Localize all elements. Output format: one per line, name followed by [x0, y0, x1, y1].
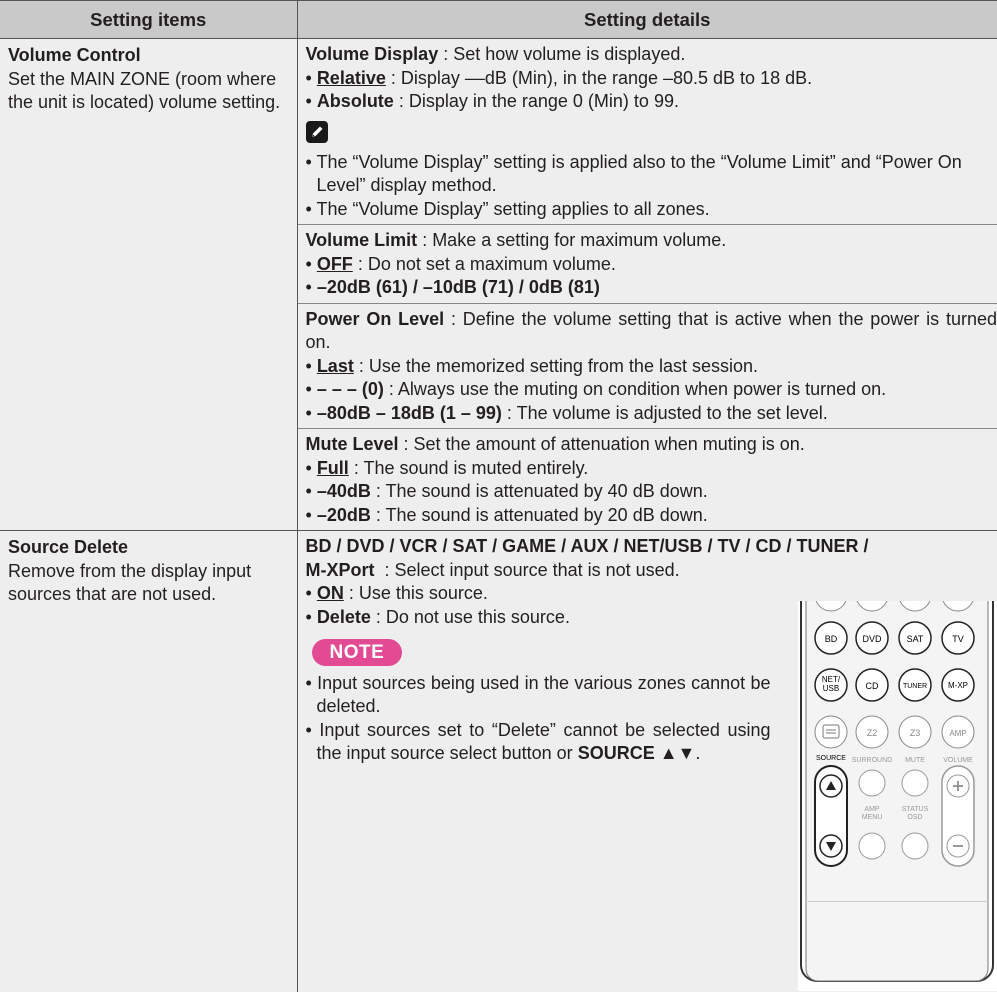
mute-level-cell: Mute Level : Set the amount of attenuati… [297, 429, 997, 531]
power-on-level-cell: Power On Level : Define the volume setti… [297, 303, 997, 429]
mute-level-text: : Set the amount of attenuation when mut… [399, 434, 805, 454]
amp-label: AMP [864, 806, 880, 813]
power-on-level-label: Power On Level [306, 309, 445, 329]
off-text: : Do not set a maximum volume. [353, 254, 616, 274]
off-label: OFF [317, 254, 353, 274]
zone-icon-button [815, 716, 847, 748]
svg-text:Z2: Z2 [866, 728, 877, 738]
svg-text:DVD: DVD [862, 634, 882, 644]
z2-button: Z2 [856, 716, 888, 748]
svg-text:SAT: SAT [906, 634, 923, 644]
relative-text: : Display ––dB (Min), in the range –80.5… [386, 68, 812, 88]
source-list-line1: BD / DVD / VCR / SAT / GAME / AUX / NET/… [306, 535, 997, 559]
full-text: : The sound is muted entirely. [349, 458, 588, 478]
svg-text:USB: USB [822, 684, 838, 693]
table-header-row: Setting items Setting details [0, 1, 997, 39]
delete-text: : Do not use this source. [371, 607, 570, 627]
range-label: –80dB – 18dB (1 – 99) [317, 403, 502, 423]
source-down-button [820, 835, 842, 857]
dvd-button: DVD [856, 622, 888, 654]
range-text: : The volume is adjusted to the set leve… [502, 403, 828, 423]
volume-limit-text: : Make a setting for maximum volume. [417, 230, 726, 250]
source-note-1: Input sources being used in the various … [317, 673, 771, 717]
tv-button: TV [942, 622, 974, 654]
mute-label: MUTE [905, 757, 925, 764]
volume-control-description: Set the MAIN ZONE (room where the unit i… [8, 68, 291, 115]
svg-text:Z3: Z3 [909, 728, 920, 738]
source-delete-description: Remove from the display input sources th… [8, 560, 291, 607]
amp-button: AMP [942, 716, 974, 748]
table-row: Volume Control Set the MAIN ZONE (room w… [0, 39, 997, 225]
osd-label: OSD [907, 814, 922, 821]
sat-button: SAT [899, 622, 931, 654]
minus40-label: –40dB [317, 481, 371, 501]
source-list-line2: M-XPort [306, 560, 375, 580]
remote-control-image: BD DVD SAT TV NET/USB CD TUNER M-XP Z2 Z… [798, 601, 997, 991]
z3-button: Z3 [899, 716, 931, 748]
full-label: Full [317, 458, 349, 478]
note-list: • Input sources being used in the variou… [306, 672, 771, 766]
volume-control-title: Volume Control [8, 44, 291, 68]
volume-label: VOLUME [943, 757, 973, 764]
bd-button: BD [815, 622, 847, 654]
svg-text:AMP: AMP [949, 729, 966, 738]
volume-up-icon [947, 775, 969, 797]
source-up-button [820, 775, 842, 797]
source-key: SOURCE ▲▼ [578, 743, 696, 763]
minus20-text: : The sound is attenuated by 20 dB down. [371, 505, 708, 525]
absolute-label: Absolute [317, 91, 394, 111]
mute-zero-label: – – – (0) [317, 379, 384, 399]
svg-text:BD: BD [824, 634, 837, 644]
volume-control-cell: Volume Control Set the MAIN ZONE (room w… [0, 39, 297, 531]
volume-display-note-2: The “Volume Display” setting applies to … [316, 199, 709, 219]
volume-display-note-1: The “Volume Display” setting is applied … [316, 152, 961, 196]
source-label: SOURCE [816, 755, 846, 762]
table-row: Source Delete Remove from the display in… [0, 531, 997, 992]
relative-label: Relative [317, 68, 386, 88]
note-area: NOTE • Input sources being used in the v… [306, 629, 997, 989]
source-note-2: Input sources set to “Delete” cannot be … [317, 720, 771, 764]
surround-label: SURROUND [851, 757, 891, 764]
on-text: : Use this source. [344, 583, 488, 603]
cd-button: CD [856, 669, 888, 701]
last-text: : Use the memorized setting from the las… [354, 356, 758, 376]
tuner-button: TUNER [899, 669, 931, 701]
header-setting-items: Setting items [0, 1, 297, 39]
svg-text:NET/: NET/ [821, 675, 840, 684]
pencil-icon [306, 121, 328, 143]
source-list-text: : Select input source that is not used. [375, 560, 680, 580]
note-end: . [695, 743, 700, 763]
absolute-text: : Display in the range 0 (Min) to 99. [394, 91, 679, 111]
volume-limit-options: –20dB (61) / –10dB (71) / 0dB (81) [317, 277, 600, 297]
svg-text:CD: CD [865, 681, 878, 691]
source-delete-cell: Source Delete Remove from the display in… [0, 531, 297, 992]
settings-page: Setting items Setting details Volume Con… [0, 0, 997, 942]
source-delete-details-cell: BD / DVD / VCR / SAT / GAME / AUX / NET/… [297, 531, 997, 992]
last-label: Last [317, 356, 354, 376]
mute-level-label: Mute Level [306, 434, 399, 454]
m-xp-button: M-XP [942, 669, 974, 701]
volume-limit-label: Volume Limit [306, 230, 418, 250]
status-label: STATUS [901, 806, 928, 813]
svg-text:TV: TV [952, 634, 964, 644]
volume-down-icon [947, 835, 969, 857]
menu-label: MENU [861, 814, 882, 821]
volume-display-cell: Volume Display : Set how volume is displ… [297, 39, 997, 225]
mute-zero-text: : Always use the muting on condition whe… [384, 379, 886, 399]
on-label: ON [317, 583, 344, 603]
delete-label: Delete [317, 607, 371, 627]
net-usb-button: NET/USB [815, 669, 847, 701]
header-setting-details: Setting details [297, 1, 997, 39]
volume-limit-cell: Volume Limit : Make a setting for maximu… [297, 225, 997, 304]
volume-display-text: : Set how volume is displayed. [438, 44, 685, 64]
note-badge: NOTE [312, 639, 403, 666]
minus20-label: –20dB [317, 505, 371, 525]
svg-text:TUNER: TUNER [902, 683, 926, 690]
settings-table: Setting items Setting details Volume Con… [0, 0, 997, 992]
volume-display-label: Volume Display [306, 44, 439, 64]
source-delete-title: Source Delete [8, 536, 291, 560]
svg-text:M-XP: M-XP [948, 681, 968, 690]
minus40-text: : The sound is attenuated by 40 dB down. [371, 481, 708, 501]
